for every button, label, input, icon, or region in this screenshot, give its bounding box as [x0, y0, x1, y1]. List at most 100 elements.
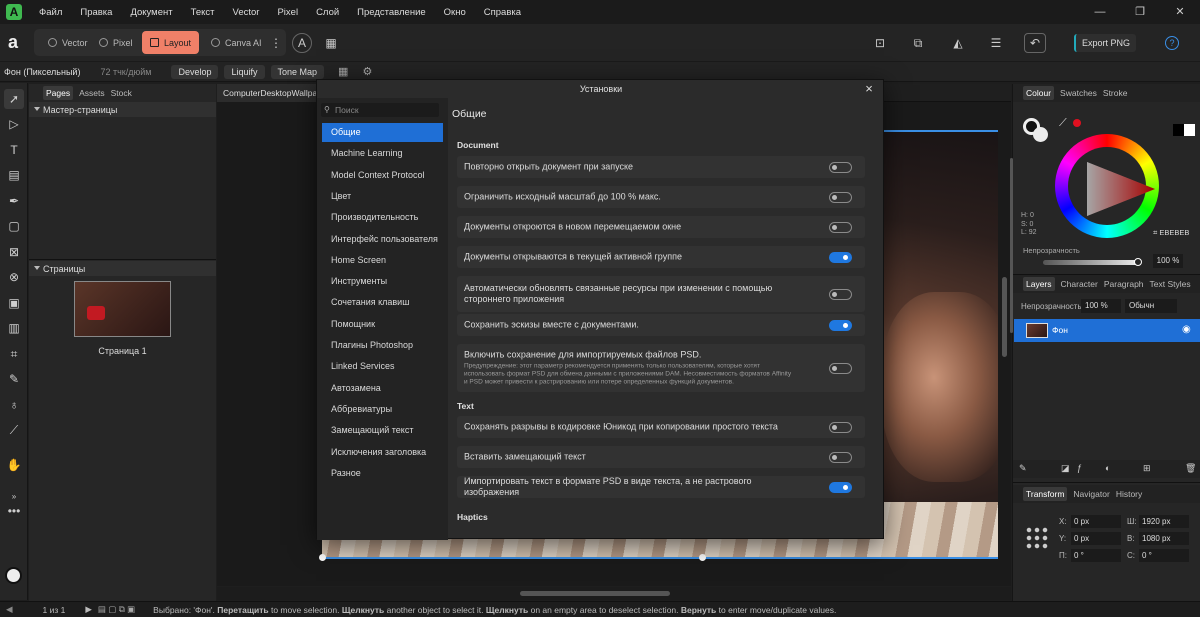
opacity-slider[interactable] — [1043, 258, 1142, 266]
horizontal-scrollbar[interactable] — [520, 591, 670, 596]
setting-toggle[interactable] — [829, 162, 852, 173]
text-frame-tool-icon[interactable]: ▥ — [4, 318, 24, 338]
table-tool-icon[interactable]: ▤ — [4, 165, 24, 185]
arrange-icon[interactable]: ⧉ — [908, 33, 928, 53]
help-button[interactable]: ? — [1165, 36, 1179, 50]
setting-toggle[interactable] — [829, 289, 852, 300]
setting-toggle[interactable] — [829, 252, 852, 263]
setting-toggle[interactable] — [829, 222, 852, 233]
menu-vector[interactable]: Vector — [224, 7, 269, 18]
setting-toggle[interactable] — [829, 192, 852, 203]
tab-transform[interactable]: Transform — [1023, 487, 1068, 501]
opacity-slider-thumb[interactable] — [1134, 258, 1142, 266]
add-layer-icon[interactable]: ⊞ — [1143, 463, 1151, 474]
tab-character[interactable]: Character — [1061, 279, 1098, 289]
liquify-button[interactable]: Liquify — [224, 64, 265, 79]
width-field[interactable]: 1920 px — [1139, 515, 1189, 528]
anchor-point-grid[interactable] — [1025, 526, 1049, 550]
tab-stroke[interactable]: Stroke — [1103, 88, 1128, 98]
tab-layers[interactable]: Layers — [1023, 277, 1055, 291]
grid-settings-icon[interactable]: ▦ — [338, 65, 348, 78]
visibility-eye-icon[interactable]: ◉ — [1182, 324, 1191, 335]
category-item[interactable]: Исключения заголовка — [322, 443, 443, 462]
grid-icon[interactable]: ▦ — [321, 33, 341, 53]
minimize-icon[interactable]: — — [1080, 0, 1120, 24]
dialog-close-button[interactable]: × — [861, 81, 877, 97]
category-item[interactable]: Помощник — [322, 315, 443, 334]
brush-tool-icon[interactable]: ✎ — [4, 369, 24, 389]
master-pages-header[interactable]: Мастер-страницы — [29, 102, 216, 117]
setting-toggle[interactable] — [829, 363, 852, 374]
category-item[interactable]: Инструменты — [322, 272, 443, 291]
layer-row[interactable]: Фон ◉ — [1014, 319, 1200, 342]
move-tool-icon[interactable]: ➚ — [4, 89, 24, 109]
persona-pixel[interactable]: Pixel — [91, 31, 141, 54]
page-view-icon[interactable]: ▤ ▢ ⧉ ▣ — [98, 604, 135, 615]
layer-opacity-value[interactable]: 100 % — [1081, 299, 1121, 313]
opacity-value[interactable]: 100 % — [1153, 254, 1183, 268]
category-item[interactable]: Разное — [322, 464, 443, 483]
flip-icon[interactable]: ◭ — [948, 33, 968, 53]
prev-page-icon[interactable]: ◀ — [6, 604, 13, 615]
colour-wheel[interactable] — [1055, 134, 1159, 238]
tab-assets[interactable]: Assets — [79, 88, 105, 98]
category-item[interactable]: Общие — [322, 123, 443, 142]
category-item[interactable]: Сочетания клавиш — [322, 293, 443, 312]
height-field[interactable]: 1080 px — [1139, 532, 1189, 545]
more-icon[interactable]: ⋮ — [266, 33, 286, 53]
persona-layout[interactable]: Layout — [142, 31, 200, 54]
shear-field[interactable]: 0 ° — [1139, 549, 1189, 562]
adjustment-icon[interactable]: ◪ — [1061, 463, 1070, 474]
menu-pixel[interactable]: Pixel — [268, 7, 307, 18]
layer-edit-icon[interactable]: ✎ — [1019, 463, 1027, 474]
category-item[interactable]: Home Screen — [322, 251, 443, 270]
colour-triangle[interactable] — [1055, 134, 1159, 238]
eyedropper-icon[interactable]: ⟋ — [4, 420, 24, 440]
develop-button[interactable]: Develop — [171, 64, 219, 79]
colour-chip[interactable] — [5, 567, 22, 584]
menu-layer[interactable]: Слой — [307, 7, 348, 18]
fx-icon[interactable]: ƒ — [1077, 463, 1082, 473]
blend-mode-select[interactable]: Обычн — [1125, 299, 1177, 313]
more-tools-icon[interactable]: ••• — [4, 501, 24, 521]
setting-toggle[interactable] — [829, 320, 852, 331]
export-png-button[interactable]: Export PNG — [1074, 34, 1137, 52]
text-tool-icon[interactable]: T — [4, 140, 24, 160]
document-tab[interactable]: ComputerDesktopWallpaper — [217, 84, 317, 102]
tone-map-button[interactable]: Tone Map — [270, 64, 325, 79]
horizontal-scrollbar-track[interactable] — [217, 587, 1011, 600]
selection-handle[interactable] — [319, 554, 326, 561]
pen-tool-icon[interactable]: ✒ — [4, 191, 24, 211]
category-item[interactable]: Замещающий текст — [322, 421, 443, 440]
category-item[interactable]: Machine Learning — [322, 144, 443, 163]
image-tool-icon[interactable]: ▣ — [4, 293, 24, 313]
vertical-scrollbar[interactable] — [1002, 277, 1007, 357]
tab-colour[interactable]: Colour — [1023, 86, 1055, 100]
setting-toggle[interactable] — [829, 422, 852, 433]
tab-history[interactable]: History — [1116, 489, 1142, 499]
category-item[interactable]: Цвет — [322, 187, 443, 206]
eyedropper-picker-icon[interactable]: ⟋ — [1059, 117, 1067, 130]
pages-header[interactable]: Страницы — [29, 261, 216, 276]
tab-text-styles[interactable]: Text Styles — [1150, 279, 1191, 289]
category-item[interactable]: Производительность — [322, 208, 443, 227]
selection-handle[interactable] — [699, 554, 706, 561]
snapshot-icon[interactable]: ⊡ — [870, 33, 890, 53]
node-tool-icon[interactable]: ▷ — [4, 114, 24, 134]
menu-view[interactable]: Представление — [348, 7, 435, 18]
undo-icon[interactable]: ↶ — [1024, 33, 1046, 53]
dialog-scrollbar[interactable] — [1010, 158, 1013, 333]
category-item[interactable]: Автозамена — [322, 379, 443, 398]
rotation-field[interactable]: 0 ° — [1071, 549, 1121, 562]
setting-toggle[interactable] — [829, 452, 852, 463]
crop-tool-icon[interactable]: ⌗ — [4, 344, 24, 364]
y-field[interactable]: 0 px — [1071, 532, 1121, 545]
menu-window[interactable]: Окно — [435, 7, 475, 18]
tab-paragraph[interactable]: Paragraph — [1104, 279, 1144, 289]
menu-document[interactable]: Документ — [121, 7, 181, 18]
category-item[interactable]: Аббревиатуры — [322, 400, 443, 419]
rectangle-tool-icon[interactable]: ▢ — [4, 216, 24, 236]
text-frame-icon[interactable]: A — [292, 33, 312, 53]
next-page-icon[interactable]: ▶ — [85, 604, 92, 615]
close-window-icon[interactable]: ✕ — [1160, 0, 1200, 24]
